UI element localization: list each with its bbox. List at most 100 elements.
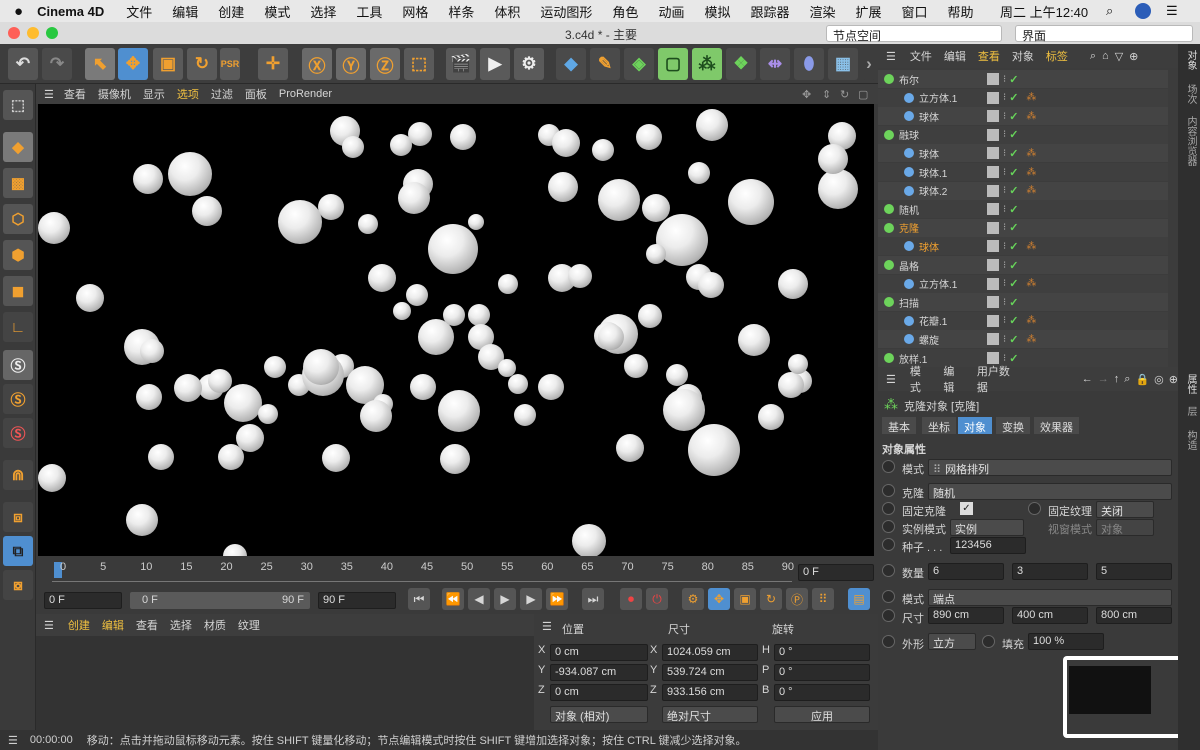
layer-dots-icon[interactable]: ⁝ — [1003, 334, 1006, 345]
visibility-toggle-icon[interactable] — [987, 91, 999, 104]
obj-add-icon[interactable]: ⊕ — [1129, 50, 1138, 63]
enabled-check-icon[interactable]: ✓ — [1009, 296, 1018, 309]
attr-up-icon[interactable]: ↑ — [1114, 373, 1120, 385]
obj-hamburger-icon[interactable]: ☰ — [886, 50, 896, 63]
layer-dots-icon[interactable]: ⁝ — [1003, 315, 1006, 326]
edge-mode-icon[interactable]: ⬢ — [3, 240, 33, 270]
coord-rotation-field[interactable]: 0 ° — [774, 644, 870, 661]
deformer-icon[interactable]: ⇹ — [760, 48, 790, 80]
hamburger-icon[interactable]: ☰ — [44, 88, 54, 101]
node-space-select[interactable]: 节点空间 — [826, 25, 1002, 43]
magnet-icon[interactable]: ⋒ — [3, 460, 33, 490]
shape-select[interactable]: 立方 — [928, 633, 976, 650]
vp-menu-panel[interactable]: 面板 — [245, 86, 267, 102]
visibility-toggle-icon[interactable] — [987, 166, 999, 178]
visibility-toggle-icon[interactable] — [987, 259, 999, 271]
material-tag-icon[interactable]: ⁂ — [1026, 148, 1036, 159]
coord-position-field[interactable]: 0 cm — [550, 644, 648, 661]
mode2-select[interactable]: 端点 — [928, 589, 1172, 606]
object-row[interactable]: 扫描 ⁝ ✓ — [878, 293, 1168, 312]
material-tag-icon[interactable]: ⁂ — [1026, 241, 1036, 252]
field-icon[interactable]: ⬮ — [794, 48, 824, 80]
attr-tab[interactable]: 变换 — [996, 417, 1030, 434]
key-scale-icon[interactable]: ▣ — [734, 588, 756, 610]
count-y-field[interactable]: 3 — [1012, 563, 1088, 580]
polygon-mode-icon[interactable]: ◼ — [3, 276, 33, 306]
vp-menu-filter[interactable]: 过滤 — [211, 86, 233, 102]
layer-dots-icon[interactable]: ⁝ — [1003, 241, 1006, 252]
menu-select[interactable]: 选择 — [310, 2, 336, 21]
size-x-field[interactable]: 890 cm — [928, 607, 1004, 624]
enabled-check-icon[interactable]: ✓ — [1009, 91, 1018, 104]
axis-mode-icon[interactable]: ∟ — [3, 312, 33, 342]
visibility-toggle-icon[interactable] — [987, 73, 999, 85]
menu-volume[interactable]: 体积 — [494, 2, 520, 21]
play-icon[interactable]: ▶ — [494, 588, 516, 610]
mograph-icon[interactable]: ❖ — [726, 48, 756, 80]
attr-lock-icon[interactable]: 🔒 — [1135, 373, 1149, 386]
object-row[interactable]: 球体 ⁝ ✓ ⁂ — [878, 237, 1168, 256]
layer-dots-icon[interactable]: ⁝ — [1003, 204, 1006, 215]
count-radio[interactable] — [882, 564, 895, 577]
visibility-toggle-icon[interactable] — [987, 110, 999, 123]
attr-tab[interactable]: 坐标 — [922, 417, 956, 434]
zoom-window-icon[interactable] — [46, 27, 58, 39]
count-z-field[interactable]: 5 — [1096, 563, 1172, 580]
menu-edit[interactable]: 编辑 — [172, 2, 198, 21]
seed-field[interactable]: 123456 — [950, 537, 1026, 554]
material-tag-icon[interactable]: ⁂ — [1026, 167, 1036, 178]
visibility-toggle-icon[interactable] — [987, 333, 999, 346]
scale-tool-icon[interactable]: ▣ — [153, 48, 183, 80]
layer-dots-icon[interactable]: ⁝ — [1003, 260, 1006, 271]
visibility-toggle-icon[interactable] — [987, 221, 999, 234]
x-axis-icon[interactable]: Ⓧ — [302, 48, 332, 80]
extrude-icon[interactable]: ▢ — [658, 48, 688, 80]
snap-tool-icon[interactable]: Ⓢ — [3, 418, 33, 448]
attr-back-icon[interactable]: ← — [1082, 373, 1093, 385]
coord-size-field[interactable]: 933.156 cm — [662, 684, 758, 701]
visibility-toggle-icon[interactable] — [987, 314, 999, 327]
workplane-icon[interactable]: ⧈ — [3, 502, 33, 532]
size-radio[interactable] — [882, 609, 895, 622]
visibility-toggle-icon[interactable] — [987, 277, 999, 290]
menu-help[interactable]: 帮助 — [948, 2, 974, 21]
render-region-icon[interactable]: 🎬 — [446, 48, 476, 80]
object-row[interactable]: 晶格 ⁝ ✓ — [878, 256, 1168, 274]
mat-menu-view[interactable]: 查看 — [136, 617, 158, 633]
vp-maximize-icon[interactable]: ▢ — [858, 88, 868, 101]
attr-menu-edit[interactable]: 编辑 — [943, 363, 964, 395]
coord-rotation-field[interactable]: 0 ° — [774, 684, 870, 701]
object-row[interactable]: 克隆 ⁝ ✓ — [878, 218, 1168, 237]
next-key-icon[interactable]: ⏩ — [546, 588, 568, 610]
layer-dots-icon[interactable]: ⁝ — [1003, 167, 1006, 178]
strip-tab-layers[interactable]: 层 — [1183, 406, 1198, 416]
enabled-check-icon[interactable]: ✓ — [1009, 333, 1018, 346]
visibility-toggle-icon[interactable] — [987, 147, 999, 160]
coord-position-field[interactable]: -934.087 cm — [550, 664, 648, 681]
vp-menu-prorender[interactable]: ProRender — [279, 88, 332, 100]
key-pla-icon[interactable]: ⠿ — [812, 588, 834, 610]
menu-create[interactable]: 创建 — [218, 2, 244, 21]
attr-menu-mode[interactable]: 模式 — [910, 363, 931, 395]
start-frame-field[interactable]: 0 F — [44, 592, 122, 609]
seed-radio[interactable] — [882, 538, 895, 551]
material-tag-icon[interactable]: ⁂ — [1026, 111, 1036, 122]
prev-key-icon[interactable]: ⏪ — [442, 588, 464, 610]
coord-rotation-field[interactable]: 0 ° — [774, 664, 870, 681]
visibility-toggle-icon[interactable] — [987, 184, 999, 197]
mode-radio[interactable] — [882, 460, 895, 473]
vp-dolly-icon[interactable]: ⇕ — [822, 88, 831, 101]
menu-extensions[interactable]: 扩展 — [856, 2, 882, 21]
enabled-check-icon[interactable]: ✓ — [1009, 184, 1018, 197]
vp-menu-options[interactable]: 选项 — [177, 86, 199, 102]
enabled-check-icon[interactable]: ✓ — [1009, 221, 1018, 234]
object-row[interactable]: 融球 ⁝ ✓ — [878, 125, 1168, 144]
enabled-check-icon[interactable]: ✓ — [1009, 314, 1018, 327]
render-view-icon[interactable]: ▶ — [480, 48, 510, 80]
object-row[interactable]: 随机 ⁝ ✓ — [878, 200, 1168, 219]
coord-size-field[interactable]: 539.724 cm — [662, 664, 758, 681]
attr-hamburger-icon[interactable]: ☰ — [886, 373, 896, 386]
autokey-icon[interactable]: ⏻ — [646, 588, 668, 610]
size-y-field[interactable]: 400 cm — [1012, 607, 1088, 624]
goto-end-icon[interactable]: ⏭ — [582, 588, 604, 610]
